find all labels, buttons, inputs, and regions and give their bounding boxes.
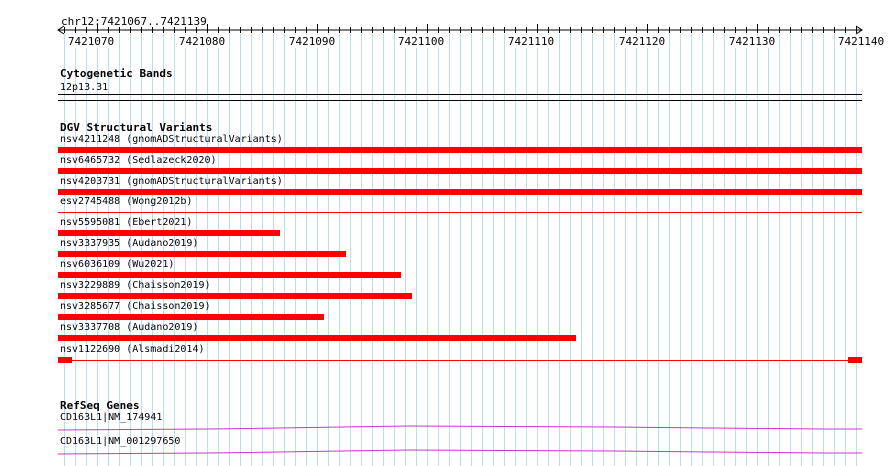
cytoband-band-top xyxy=(58,94,862,95)
ruler-tick-label: 7421100 xyxy=(396,35,446,48)
dgv-feature-label[interactable]: nsv3337708 (Audano2019) xyxy=(60,322,198,333)
genome-browser-view: chr12:7421067..7421139 7421070 7421080 742… xyxy=(0,0,890,466)
dgv-feature-label[interactable]: nsv3337935 (Audano2019) xyxy=(60,238,198,249)
dgv-feature-label[interactable]: nsv5595081 (Ebert2021) xyxy=(60,217,192,228)
ruler-tick-label: 7421120 xyxy=(617,35,667,48)
cytoband-track-title: Cytogenetic Bands xyxy=(60,67,173,80)
dgv-feature-label[interactable]: nsv6465732 (Sedlazeck2020) xyxy=(60,155,217,166)
dgv-feature-label[interactable]: nsv6036109 (Wu2021) xyxy=(60,259,174,270)
dgv-feature-bar[interactable] xyxy=(58,147,862,153)
refseq-gene-model[interactable] xyxy=(0,422,890,432)
refseq-gene-line[interactable] xyxy=(57,425,862,431)
refseq-gene-line[interactable] xyxy=(57,449,862,455)
dgv-feature-label[interactable]: nsv4203731 (gnomADStructuralVariants) xyxy=(60,176,283,187)
ruler-axis xyxy=(57,24,863,35)
dgv-feature-bar[interactable] xyxy=(848,357,862,363)
dgv-feature-bar[interactable] xyxy=(58,168,862,174)
cytoband-band-bottom xyxy=(58,100,862,101)
dgv-feature-bar[interactable] xyxy=(58,293,412,299)
dgv-feature-label[interactable]: nsv4211248 (gnomADStructuralVariants) xyxy=(60,134,283,145)
dgv-feature-label[interactable]: nsv3285677 (Chaisson2019) xyxy=(60,301,211,312)
dgv-track-title: DGV Structural Variants xyxy=(60,121,213,134)
refseq-track-title: RefSeq Genes xyxy=(60,399,140,412)
dgv-feature-label[interactable]: esv2745488 (Wong2012b) xyxy=(60,196,192,207)
ruler-tick-label: 7421090 xyxy=(287,35,337,48)
refseq-gene-model[interactable] xyxy=(0,446,890,456)
ruler-tick-label: 7421140 xyxy=(836,35,886,48)
dgv-feature-bar[interactable] xyxy=(58,272,401,278)
dgv-feature-bar[interactable] xyxy=(58,230,280,236)
dgv-feature-bar[interactable] xyxy=(58,357,72,363)
ruler-tick-label: 7421130 xyxy=(727,35,777,48)
dgv-feature-line[interactable] xyxy=(58,212,862,213)
dgv-feature-label[interactable]: nsv1122690 (Alsmadi2014) xyxy=(60,344,205,355)
ruler-tick-label: 7421070 xyxy=(66,35,116,48)
cytoband-label: 12p13.31 xyxy=(60,82,109,93)
dgv-feature-bar[interactable] xyxy=(58,189,862,195)
dgv-feature-bar[interactable] xyxy=(58,335,576,341)
dgv-feature-bar[interactable] xyxy=(58,314,324,320)
dgv-feature-label[interactable]: nsv3229889 (Chaisson2019) xyxy=(60,280,211,291)
ruler-tick-label: 7421110 xyxy=(506,35,556,48)
ruler-tick-label: 7421080 xyxy=(177,35,227,48)
dgv-feature-bar[interactable] xyxy=(58,251,346,257)
dgv-feature-line[interactable] xyxy=(58,360,862,361)
